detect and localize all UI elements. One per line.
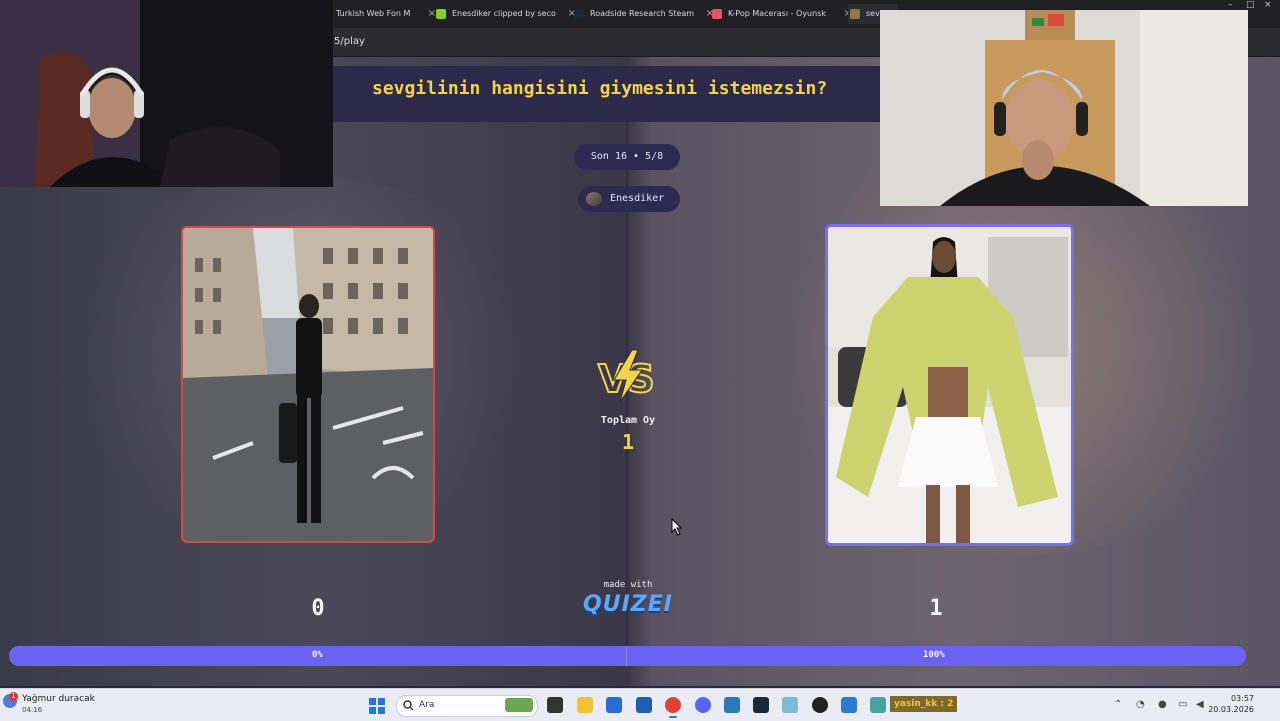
network-tray-icon[interactable]: ◔ — [1136, 699, 1145, 710]
weather-time: 04:16 — [22, 706, 43, 714]
question-title: sevgilinin hangisini giymesini istemezsi… — [372, 78, 828, 99]
windows-taskbar: 1 Yağmur duracak 04:16 Ara yasin_kk : 2 … — [0, 688, 1280, 721]
brand-logo[interactable]: QUIZEI — [580, 592, 676, 617]
file-explorer-icon[interactable] — [577, 697, 593, 713]
notepad-icon[interactable] — [724, 697, 740, 713]
tab-favicon-icon — [850, 9, 860, 19]
clock-date[interactable]: 20.03.2026 — [1200, 705, 1254, 714]
search-placeholder: Ara — [419, 700, 435, 710]
total-votes-value: 1 — [621, 430, 635, 454]
browser-tab[interactable]: Enesdiker clipped by seco × — [434, 4, 580, 24]
url-text[interactable]: 5/play — [334, 36, 365, 47]
weather-text[interactable]: Yağmur duracak — [22, 694, 95, 704]
made-with-label: made with — [603, 580, 653, 590]
outlook-icon[interactable] — [636, 697, 652, 713]
tab-label: Roadside Research Steam — [590, 9, 695, 18]
option-card-left[interactable] — [181, 226, 435, 543]
webcam-overlay-left — [0, 0, 333, 187]
tab-favicon-icon — [712, 9, 722, 19]
search-highlight-icon — [505, 698, 533, 712]
tab-label: Enesdiker clipped by seco — [452, 9, 556, 18]
taskbar-search[interactable]: Ara — [396, 695, 538, 717]
obs-icon[interactable] — [812, 697, 828, 713]
discord-icon[interactable] — [695, 697, 711, 713]
webcam-overlay-right — [880, 10, 1248, 206]
left-score: 0 — [311, 596, 325, 621]
right-score: 1 — [929, 596, 943, 621]
tab-favicon-icon — [436, 9, 446, 19]
total-votes-label: Toplam Oy — [600, 415, 656, 426]
tab-label: K-Pop Macerası - Oyunsk — [728, 9, 826, 18]
search-icon — [403, 700, 414, 711]
notification-badge: 1 — [9, 692, 18, 701]
browser-tab[interactable]: Roadside Research Steam × — [572, 4, 718, 24]
right-percent: 100% — [923, 650, 945, 660]
steam-icon[interactable] — [753, 697, 769, 713]
windows-start-icon[interactable] — [369, 698, 385, 714]
display-tray-icon[interactable]: ▭ — [1178, 699, 1187, 710]
creator-badge[interactable]: Enesdiker — [578, 186, 680, 212]
versus-icon: VS — [597, 349, 656, 403]
option-photo-left — [183, 228, 433, 541]
mic-tray-icon[interactable]: ● — [1158, 699, 1167, 710]
vote-progress-fill — [9, 646, 1246, 666]
tab-label: sev — [866, 9, 880, 18]
app-icon-2[interactable] — [870, 697, 886, 713]
creator-name: Enesdiker — [610, 193, 665, 204]
tab-label: Turkish Web Fon M — [336, 9, 411, 18]
mouse-cursor-icon — [671, 518, 682, 536]
chat-notification: yasin_kk : 2 — [890, 696, 958, 712]
chrome-icon[interactable] — [665, 697, 681, 713]
round-badge: Son 16 • 5/8 — [574, 144, 680, 170]
option-card-right[interactable] — [825, 224, 1074, 546]
maximize-button[interactable]: □ — [1246, 0, 1255, 10]
clock-time[interactable]: 03:57 — [1214, 694, 1254, 703]
progress-divider — [626, 646, 627, 666]
active-app-indicator — [669, 716, 677, 718]
browser-tab[interactable]: Turkish Web Fon M × — [318, 4, 440, 24]
tab-favicon-icon — [574, 9, 584, 19]
browser-tab[interactable]: K-Pop Macerası - Oyunsk × — [710, 4, 856, 24]
task-view-icon[interactable] — [547, 697, 563, 713]
store-icon[interactable] — [606, 697, 622, 713]
creator-avatar — [586, 192, 602, 206]
image-viewer-icon[interactable] — [782, 697, 798, 713]
minimize-button[interactable]: – — [1228, 0, 1233, 10]
webcam-feed-left — [0, 0, 333, 187]
left-percent: 0% — [312, 650, 323, 660]
app-icon[interactable] — [841, 697, 857, 713]
tray-chevron-icon[interactable]: ⌃ — [1114, 699, 1122, 710]
option-photo-right — [828, 227, 1071, 543]
vote-progress-bar: 0% 100% — [9, 646, 1246, 666]
webcam-feed-right — [880, 10, 1248, 206]
close-window-button[interactable]: × — [1264, 0, 1272, 10]
